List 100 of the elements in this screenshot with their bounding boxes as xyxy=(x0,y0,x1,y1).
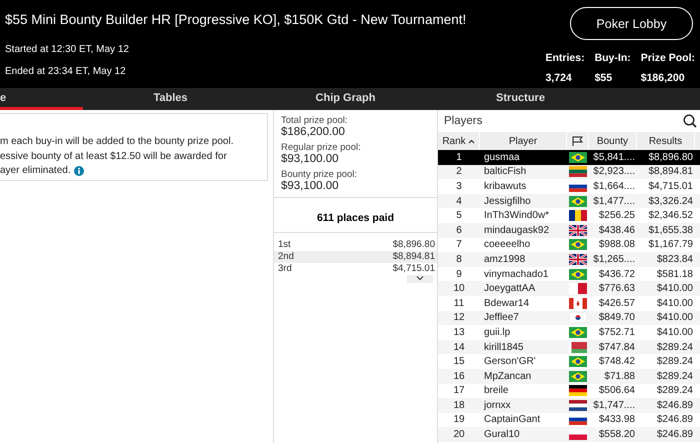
result-cell-text: $246.89 xyxy=(656,429,694,440)
rank-cell-text: 18 xyxy=(452,400,466,411)
player-name: mindaugask92 xyxy=(483,224,550,236)
flag-icon xyxy=(569,196,587,207)
flag-icon xyxy=(569,166,587,178)
player-row[interactable]: 16 MpZancan $71.88 $289.24 xyxy=(438,368,700,384)
bounty-cell-text: $71.88 xyxy=(603,370,636,382)
search-icon[interactable] xyxy=(683,114,697,128)
flag-icon xyxy=(569,356,587,368)
player-row[interactable]: 18 jornxx $1,747.... $246.89 xyxy=(438,398,700,413)
tab[interactable]: e xyxy=(0,88,83,110)
player-name: breile xyxy=(483,385,510,396)
tournament-title: $55 Mini Bounty Builder HR [Progressive KO], $150K Gtd - New Tournament! xyxy=(5,11,466,29)
stat-label: Prize Pool: xyxy=(640,52,695,64)
rank-cell-text: 17 xyxy=(452,385,466,396)
player-row[interactable]: 7 coeeeelho $988.08 $1,167.79 xyxy=(438,238,700,252)
tab[interactable]: Structure xyxy=(433,88,608,110)
flag-icon xyxy=(569,326,587,338)
bounty-cell-text: $2,923.... xyxy=(592,166,636,178)
player-row[interactable]: 8 amz1998 $1,265.... $823.84 xyxy=(438,252,700,267)
tab[interactable]: Chip Graph xyxy=(258,88,433,110)
result-cell-text: $289.24 xyxy=(656,342,694,353)
bounty-cell-text: $426.57 xyxy=(598,298,636,309)
prize-pool-value: $93,100.00 xyxy=(281,180,340,192)
stat-value: $186,200 xyxy=(640,72,686,84)
rank-cell-text: 16 xyxy=(452,370,466,382)
flag-icon xyxy=(569,312,587,324)
player-row[interactable]: 4 Jessigfilho $1,477.... $3,326.24 xyxy=(438,194,700,208)
bounty-cell-text: $752.71 xyxy=(598,326,636,338)
info-text: ayer eliminated. xyxy=(0,164,71,178)
player-name: MpZancan xyxy=(483,370,532,382)
player-row[interactable]: 6 mindaugask92 $438.46 $1,655.38 xyxy=(438,222,700,238)
result-cell-text: $2,346.52 xyxy=(648,210,694,222)
player-name: Jefflee7 xyxy=(483,312,520,324)
player-row[interactable]: 1 gusmaa $5,841.... $8,896.80 xyxy=(438,150,700,165)
poker-lobby-button[interactable]: Poker Lobby xyxy=(570,7,693,40)
rank-cell-text: 1 xyxy=(455,152,463,163)
column-header[interactable]: Player xyxy=(508,136,538,146)
chevron-down-icon[interactable] xyxy=(416,275,424,281)
flag-icon xyxy=(569,268,587,280)
player-row[interactable]: 2 balticFish $2,923.... $8,894.81 xyxy=(438,164,700,180)
flag-icon xyxy=(569,370,587,382)
prize-pool-value: $186,200.00 xyxy=(281,126,346,138)
player-row[interactable]: 9 vinymachado1 $436.72 $581.18 xyxy=(438,266,700,282)
rank-cell-text: 2 xyxy=(455,166,463,178)
player-name: InTh3Wind0w* xyxy=(483,210,550,222)
bounty-cell-text: $776.63 xyxy=(598,283,636,294)
rank-cell-text: 5 xyxy=(455,210,463,222)
flag-icon xyxy=(569,210,587,222)
prize-pool-value: $93,100.00 xyxy=(281,153,340,165)
bounty-cell-text: $256.25 xyxy=(598,210,636,222)
flag-icon xyxy=(569,342,587,353)
result-cell-text: $8,896.80 xyxy=(648,152,694,163)
info-text: essive bounty of at least $12.50 will be awarded for xyxy=(0,150,228,164)
player-name: Gural10 xyxy=(483,429,521,440)
player-row[interactable]: 17 breile $506.64 $289.24 xyxy=(438,384,700,398)
flag-column-icon xyxy=(572,136,583,146)
bounty-cell-text: $5,841.... xyxy=(592,152,636,163)
result-cell-text: $410.00 xyxy=(656,298,694,309)
result-cell-text: $410.00 xyxy=(656,312,694,324)
result-cell-text: $289.24 xyxy=(656,356,694,368)
result-cell-text: $8,894.81 xyxy=(648,166,694,178)
rank-cell-text: 8 xyxy=(455,254,463,265)
rank-cell-text: 6 xyxy=(455,224,463,236)
player-row[interactable]: 10 JoeygattAA $776.63 $410.00 xyxy=(438,281,700,296)
flag-icon xyxy=(569,239,587,250)
bounty-cell-text: $849.70 xyxy=(598,312,636,324)
player-row[interactable]: 14 kirill1845 $747.84 $289.24 xyxy=(438,340,700,354)
rank-cell-text: 13 xyxy=(452,326,466,338)
player-name: guii.lp xyxy=(483,326,512,338)
rank-cell-text: 3 xyxy=(455,180,463,192)
player-name: amz1998 xyxy=(483,254,526,265)
column-header[interactable]: Bounty xyxy=(596,136,628,146)
result-cell-text: $246.89 xyxy=(656,400,694,411)
player-name: kirill1845 xyxy=(483,342,524,353)
flag-icon xyxy=(569,254,587,265)
column-header[interactable]: Results xyxy=(648,136,682,146)
player-row[interactable]: 19 CaptainGant $433.98 $246.89 xyxy=(438,412,700,428)
flag-icon xyxy=(569,429,587,440)
bounty-cell-text: $747.84 xyxy=(598,342,636,353)
rank-cell-text: 11 xyxy=(452,298,466,309)
flag-icon xyxy=(569,400,587,411)
payout-row: 2nd $8,894.81 xyxy=(274,251,437,263)
bounty-cell-text: $988.08 xyxy=(598,239,636,250)
player-name: vinymachado1 xyxy=(483,268,550,280)
result-cell-text: $4,715.01 xyxy=(648,180,694,192)
player-row[interactable]: 12 Jefflee7 $849.70 $410.00 xyxy=(438,310,700,326)
info-icon[interactable] xyxy=(74,166,84,176)
start-time: Started at 12:30 ET, May 12 xyxy=(5,44,130,57)
bounty-cell-text: $433.98 xyxy=(598,414,636,426)
result-cell-text: $410.00 xyxy=(656,326,694,338)
player-row[interactable]: 20 Gural10 $558.20 $246.89 xyxy=(438,427,700,442)
rank-cell-text: 10 xyxy=(452,283,466,294)
tab[interactable]: Tables xyxy=(83,88,258,110)
result-cell-text: $3,326.24 xyxy=(648,196,694,207)
rank-cell-text: 14 xyxy=(452,342,466,353)
player-name: kribawuts xyxy=(483,180,528,192)
flag-icon xyxy=(569,385,587,396)
flag-icon xyxy=(569,283,587,294)
column-header[interactable]: Rank xyxy=(442,136,466,146)
